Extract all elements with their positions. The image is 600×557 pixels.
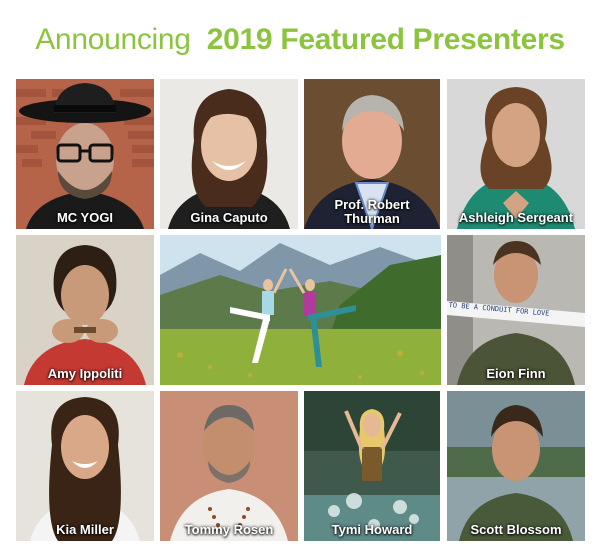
headline: Announcing 2019 Featured Presenters: [0, 20, 600, 60]
presenter-tile-scott-blossom[interactable]: Scott Blossom: [447, 391, 585, 541]
presenter-tile-amy-ippoliti[interactable]: Amy Ippoliti: [16, 235, 154, 385]
headline-title: 2019 Featured Presenters: [206, 23, 565, 56]
presenter-tile-robert-thurman[interactable]: Prof. Robert Thurman: [304, 79, 440, 229]
presenter-tile-ashleigh-sergeant[interactable]: Ashleigh Sergeant: [447, 79, 585, 229]
presenter-name: Amy Ippoliti: [47, 366, 123, 381]
presenter-name: Gina Caputo: [190, 210, 268, 225]
yoga-meadow-photo: [160, 235, 441, 385]
presenter-name-line2: Thurman: [344, 211, 400, 226]
presenter-tile-tymi-howard[interactable]: Tymi Howard: [304, 391, 440, 541]
presenter-name: Ashleigh Sergeant: [458, 210, 574, 225]
presenter-name: Eion Finn: [486, 366, 546, 381]
presenter-tile-mc-yogi[interactable]: MC YOGI: [16, 79, 154, 229]
presenter-tile-kia-miller[interactable]: Kia Miller: [16, 391, 154, 541]
presenter-name: Prof. Robert Thurman: [304, 198, 440, 226]
presenter-tile-tommy-rosen[interactable]: Tommy Rosen: [160, 391, 298, 541]
presenter-name-line1: Prof. Robert: [334, 197, 410, 212]
meadow-photo: [160, 235, 441, 385]
presenter-tile-eion-finn[interactable]: TO BE A CONDUIT FOR LOVE Eion Finn: [447, 235, 585, 385]
presenter-photo: [160, 391, 298, 541]
presenter-name: Scott Blossom: [470, 522, 562, 537]
presenter-photo: [304, 391, 440, 541]
presenter-photo: [16, 235, 154, 385]
presenter-name: Tommy Rosen: [184, 522, 274, 537]
presenter-name: Kia Miller: [56, 522, 114, 537]
presenter-photo: [160, 79, 298, 229]
presenter-photo: [447, 79, 585, 229]
presenter-photo: [16, 391, 154, 541]
presenter-photo: [447, 391, 585, 541]
presenter-name: MC YOGI: [56, 210, 114, 225]
presenter-name: Tymi Howard: [331, 522, 413, 537]
headline-announcing: Announcing: [35, 23, 191, 56]
presenter-photo: [16, 79, 154, 229]
presenter-tile-gina-caputo[interactable]: Gina Caputo: [160, 79, 298, 229]
